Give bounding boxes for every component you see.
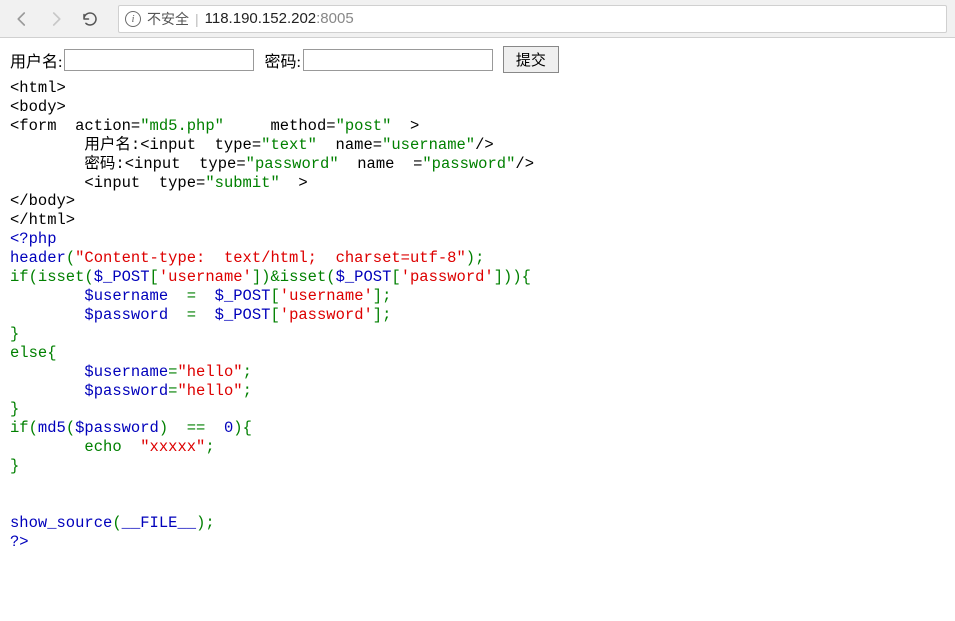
code-text: name= <box>317 136 382 154</box>
code-text: [ <box>270 287 279 305</box>
code-text: $_POST <box>215 306 271 324</box>
code-text: 'username' <box>159 268 252 286</box>
code-text: show_source <box>10 514 112 532</box>
password-label: 密码: <box>264 48 300 72</box>
code-text: "xxxxx" <box>140 438 205 456</box>
code-text <box>10 306 84 324</box>
code-text: [ <box>150 268 159 286</box>
code-text: "Content-type: text/html; charset=utf-8" <box>75 249 466 267</box>
code-text: 0 <box>224 419 233 437</box>
code-text: $password <box>75 419 159 437</box>
code-text: <form action= <box>10 117 140 135</box>
code-text: ])&isset( <box>252 268 336 286</box>
code-text: "password" <box>422 155 515 173</box>
code-text: = <box>187 306 215 324</box>
code-text: $_POST <box>94 268 150 286</box>
code-text <box>10 382 84 400</box>
code-text: $username <box>84 287 186 305</box>
code-text: </html> <box>10 211 75 229</box>
reload-icon <box>81 10 99 28</box>
code-text: name = <box>339 155 423 173</box>
code-text: $password <box>84 306 186 324</box>
code-text: 用户名:<input type= <box>10 136 261 154</box>
code-text: "submit" <box>205 174 279 192</box>
arrow-left-icon <box>13 10 31 28</box>
code-text: $password <box>84 382 168 400</box>
code-text: ])){ <box>494 268 531 286</box>
code-text: 密码:<input type= <box>10 155 246 173</box>
code-text: ]; <box>373 287 392 305</box>
code-text: if(isset( <box>10 268 94 286</box>
code-text: header <box>10 249 66 267</box>
code-text: ( <box>66 419 75 437</box>
code-text: ; <box>243 382 252 400</box>
code-text: "text" <box>261 136 317 154</box>
code-text <box>10 287 84 305</box>
username-input[interactable] <box>64 49 254 71</box>
code-text: ); <box>466 249 485 267</box>
url-text: 118.190.152.202:8005 <box>205 10 354 27</box>
code-text: } <box>10 400 19 418</box>
code-text: [ <box>391 268 400 286</box>
code-text: } <box>10 325 19 343</box>
code-text: ){ <box>233 419 252 437</box>
code-text: <html> <box>10 79 66 97</box>
code-text: "password" <box>246 155 339 173</box>
code-text: } <box>10 457 19 475</box>
code-text: method= <box>224 117 336 135</box>
code-text: __FILE__ <box>122 514 196 532</box>
login-form: 用户名: 密码: 提交 <box>10 46 945 73</box>
url-host: 118.190.152.202 <box>205 10 317 27</box>
code-text: ]; <box>373 306 392 324</box>
code-text: </body> <box>10 192 75 210</box>
code-text: if( <box>10 419 38 437</box>
address-bar[interactable]: i 不安全 | 118.190.152.202:8005 <box>118 5 947 33</box>
php-close: ?> <box>10 533 29 551</box>
code-text: <body> <box>10 98 66 116</box>
forward-button[interactable] <box>42 5 70 33</box>
username-label: 用户名: <box>10 48 62 72</box>
url-port: :8005 <box>316 10 354 27</box>
code-text: "username" <box>382 136 475 154</box>
code-text: "hello" <box>177 382 242 400</box>
code-text: "post" <box>336 117 392 135</box>
back-button[interactable] <box>8 5 36 33</box>
code-text: md5 <box>38 419 66 437</box>
code-text: 'password' <box>280 306 373 324</box>
submit-button[interactable]: 提交 <box>503 46 559 73</box>
code-text: 'password' <box>401 268 494 286</box>
code-text <box>10 363 84 381</box>
code-text: ; <box>205 438 214 456</box>
info-icon: i <box>125 11 141 27</box>
code-text: > <box>280 174 308 192</box>
code-text: ) == <box>159 419 224 437</box>
page-content: 用户名: 密码: 提交 <html> <body> <form action="… <box>0 38 955 560</box>
reload-button[interactable] <box>76 5 104 33</box>
arrow-right-icon <box>47 10 65 28</box>
code-text: "hello" <box>177 363 242 381</box>
code-text: /> <box>475 136 494 154</box>
code-text: $username <box>84 363 168 381</box>
code-text: ( <box>112 514 121 532</box>
code-text: /> <box>515 155 534 173</box>
code-text: 'username' <box>280 287 373 305</box>
source-code: <html> <body> <form action="md5.php" met… <box>10 79 945 552</box>
security-label: 不安全 <box>147 9 189 29</box>
code-text: else{ <box>10 344 57 362</box>
code-text: ); <box>196 514 215 532</box>
password-input[interactable] <box>303 49 493 71</box>
code-text: [ <box>270 306 279 324</box>
code-text: = <box>187 287 215 305</box>
code-text: echo <box>10 438 140 456</box>
code-text: ; <box>243 363 252 381</box>
code-text: > <box>391 117 419 135</box>
code-text: ( <box>66 249 75 267</box>
code-text: <input type= <box>10 174 205 192</box>
code-text: $_POST <box>215 287 271 305</box>
address-divider: | <box>195 11 199 27</box>
php-open: <?php <box>10 230 57 248</box>
code-text: "md5.php" <box>140 117 224 135</box>
code-text: $_POST <box>336 268 392 286</box>
browser-toolbar: i 不安全 | 118.190.152.202:8005 <box>0 0 955 38</box>
